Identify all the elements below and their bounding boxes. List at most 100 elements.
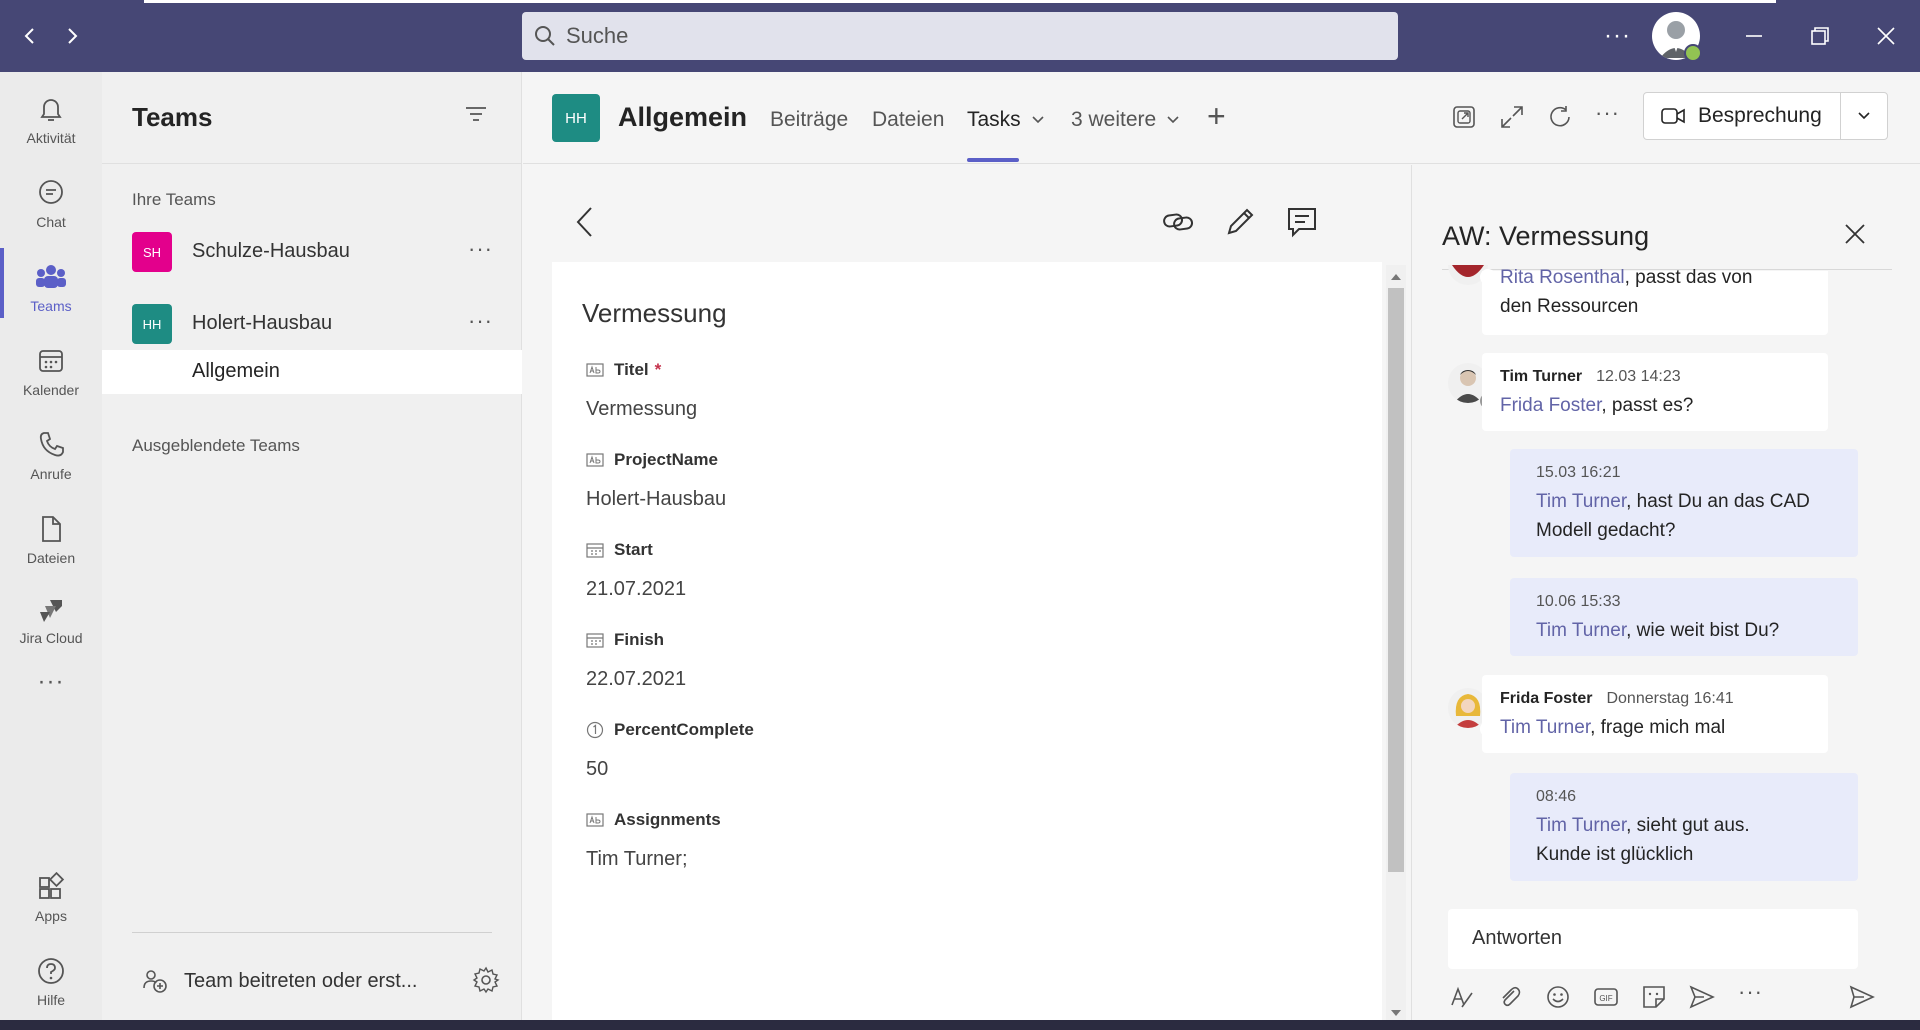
field-label-text: Assignments [614,810,721,829]
field-value-finish[interactable]: 22.07.2021 [586,668,686,691]
message-time: 12.03 14:23 [1596,368,1681,385]
tab-dateien[interactable]: Dateien [872,108,944,132]
scrollbar-thumb[interactable] [1388,288,1404,872]
expand-icon[interactable] [1499,104,1525,130]
team-avatar: SH [132,232,172,272]
rail-item-calls[interactable]: Anrufe [0,416,102,496]
mention-link[interactable]: Frida Foster [1500,395,1601,416]
field-value-assignments[interactable]: Tim Turner; [586,848,688,871]
tab-beitraege[interactable]: Beiträge [770,108,848,132]
back-arrow-icon[interactable] [16,22,44,50]
join-or-create-team-button[interactable]: Team beitreten oder erst... [142,968,417,994]
chat-message: Rita Rosenthal, passt das von den Ressou… [1482,267,1828,335]
close-icon[interactable] [1842,221,1868,247]
rail-item-apps[interactable]: Apps [0,858,102,938]
tab-label: Dateien [872,108,945,131]
attach-icon[interactable] [1496,983,1524,1011]
title-bar: Suche ··· [0,0,1920,72]
channel-name: Allgemein [192,360,280,382]
message-text: , passt das von [1624,267,1753,288]
restore-icon[interactable] [1804,20,1836,52]
field-value-projectname[interactable]: Holert-Hausbau [586,488,726,511]
text-field-icon [586,363,604,377]
team-more-button[interactable]: ··· [468,308,493,334]
tab-tasks[interactable]: Tasks [967,108,1045,132]
forward-arrow-icon[interactable] [58,22,86,50]
meeting-button[interactable]: Besprechung [1643,92,1841,140]
comment-icon[interactable] [1285,205,1319,239]
format-icon[interactable] [1448,983,1476,1011]
mention-link[interactable]: Rita Rosenthal [1500,267,1625,288]
emoji-icon[interactable] [1544,983,1572,1011]
gif-icon[interactable]: GIF [1592,983,1620,1011]
search-placeholder: Suche [566,23,629,48]
tab-more-tabs[interactable]: 3 weitere [1071,108,1180,132]
popout-icon[interactable] [1451,104,1477,130]
rail-item-jira[interactable]: Jira Cloud [0,582,102,662]
mention-link[interactable]: Tim Turner [1536,491,1626,512]
app-rail: Aktivität Chat Teams Kalender Anrufe Dat… [0,72,102,1030]
gear-icon[interactable] [472,966,500,994]
field-label-assignments: Assignments [586,810,721,830]
task-detail-pane: Vermessung Titel * Vermessung ProjectNam… [523,165,1410,1030]
scroll-down-icon[interactable] [1390,1008,1402,1018]
chat-message-self: 15.03 16:21 Tim Turner, hast Du an das C… [1510,449,1858,557]
task-form-card: Vermessung Titel * Vermessung ProjectNam… [552,262,1382,1030]
active-tab-indicator [967,158,1019,162]
channel-avatar: HH [552,94,600,142]
field-label-text: ProjectName [614,450,718,469]
field-value-start[interactable]: 21.07.2021 [586,578,686,601]
meeting-label: Besprechung [1698,104,1822,127]
hidden-teams-label[interactable]: Ausgeblendete Teams [132,436,300,456]
close-icon[interactable] [1870,20,1902,52]
more-options-button[interactable]: ··· [1738,979,1763,1005]
mention-link[interactable]: Tim Turner [1500,717,1590,738]
link-icon[interactable] [1161,205,1195,239]
add-tab-button[interactable]: + [1207,98,1226,135]
chat-message-self: 08:46 Tim Turner, sieht gut aus. Kunde i… [1510,773,1858,881]
field-label-finish: Finish [586,630,664,650]
rail-item-label: Hilfe [36,992,65,1008]
sticker-icon[interactable] [1640,983,1668,1011]
rail-item-files[interactable]: Dateien [0,500,102,580]
message-meta: Tim Turner 12.03 14:23 [1500,365,1810,389]
send-icon[interactable] [1848,983,1876,1011]
mention-link[interactable]: Tim Turner [1536,620,1626,641]
refresh-icon[interactable] [1547,104,1573,130]
message-author: Frida Foster [1500,690,1593,707]
filter-icon[interactable] [464,104,488,124]
title-bar-highlight [144,0,1776,3]
channel-item-allgemein[interactable]: Allgemein [102,350,522,394]
message-line: Frida Foster, passt es? [1500,391,1810,420]
field-value-percentcomplete[interactable]: 50 [586,758,608,781]
search-input[interactable]: Suche [522,12,1398,60]
rail-more-button[interactable]: ··· [0,662,102,702]
reply-input[interactable]: Antworten [1448,909,1858,969]
team-item-holert-hausbau[interactable]: HH Holert-Hausbau ··· [102,294,522,354]
more-options-button[interactable]: ··· [1595,100,1620,126]
chat-message: Frida Foster Donnerstag 16:41 Tim Turner,… [1482,675,1828,753]
team-item-schulze-hausbau[interactable]: SH Schulze-Hausbau ··· [102,222,522,282]
minimize-icon[interactable] [1738,20,1770,52]
back-icon[interactable] [573,205,597,239]
text-field-icon [586,813,604,827]
rail-item-teams[interactable]: Teams [0,248,102,328]
rail-item-activity[interactable]: Aktivität [0,80,102,160]
team-more-button[interactable]: ··· [468,236,493,262]
number-field-icon [586,721,604,739]
field-value-titel[interactable]: Vermessung [586,398,697,421]
rail-item-label: Kalender [22,382,80,398]
rail-item-chat[interactable]: Chat [0,164,102,244]
field-label-text: PercentComplete [614,720,754,739]
rail-item-calendar[interactable]: Kalender [0,332,102,412]
text-field-icon [586,453,604,467]
meeting-dropdown-button[interactable] [1840,92,1888,140]
more-options-button[interactable]: ··· [1604,22,1631,50]
scroll-up-icon[interactable] [1390,272,1402,282]
rail-item-help[interactable]: Hilfe [0,942,102,1022]
chat-message: Tim Turner 12.03 14:23 Frida Foster, pass… [1482,353,1828,431]
edit-pencil-icon[interactable] [1223,205,1257,239]
mention-link[interactable]: Tim Turner [1536,815,1626,836]
schedule-send-icon[interactable] [1688,983,1716,1011]
tab-label: Beiträge [770,108,849,131]
